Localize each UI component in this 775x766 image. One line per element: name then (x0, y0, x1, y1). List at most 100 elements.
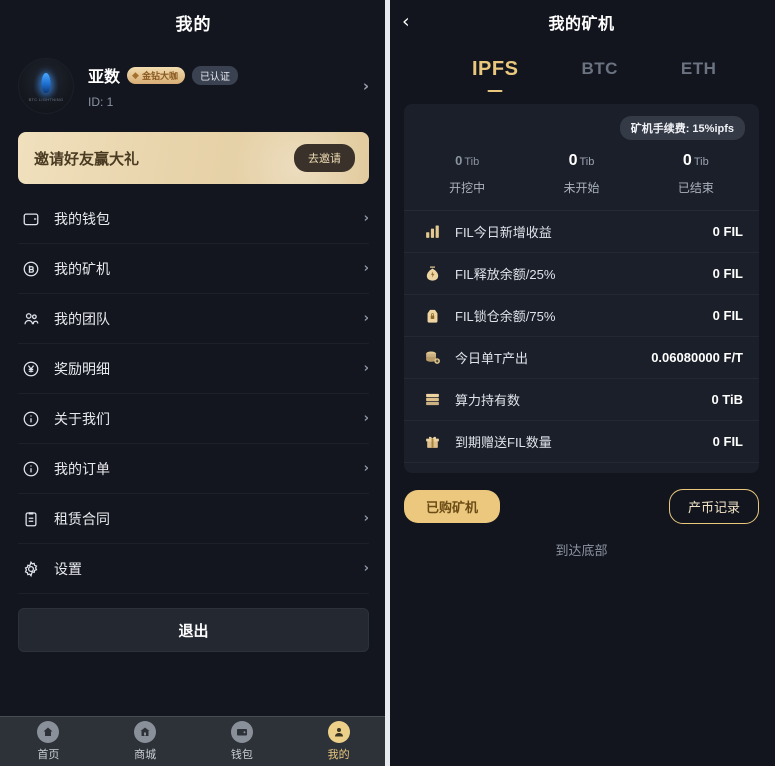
info-circle-icon (18, 410, 44, 428)
stat-value-line: 0 Tib (524, 152, 638, 170)
lock-bag-icon (420, 307, 444, 324)
detail-row: FIL锁仓余额/75% 0 FIL (404, 295, 759, 337)
stat-unit: Tib (464, 156, 480, 168)
tab-home[interactable]: 首页 (0, 721, 97, 762)
chevron-right-icon: › (363, 211, 369, 226)
name-line: 亚数 ◆ 金钻大咖 已认证 (88, 63, 363, 87)
detail-row: FIL释放余额/25% 0 FIL (404, 253, 759, 295)
menu-item-orders[interactable]: 我的订单 › (18, 444, 369, 494)
bottom-tabbar: 首页 商城 钱包 我的 (0, 716, 387, 766)
menu-item-label: 奖励明细 (54, 360, 110, 377)
detail-value: 0 FIL (712, 266, 743, 281)
avatar: BTC LIGHTNING (18, 58, 74, 114)
store-icon (134, 721, 157, 743)
menu-item-miner[interactable]: 我的矿机 › (18, 244, 369, 294)
menu-item-label: 设置 (54, 560, 82, 577)
user-id: ID: 1 (88, 95, 114, 109)
fee-row: 矿机手续费: 15%ipfs (404, 116, 759, 140)
purchased-miners-button[interactable]: 已购矿机 (404, 490, 501, 523)
detail-value: 0 TiB (711, 392, 743, 407)
miner-stats-card: 矿机手续费: 15%ipfs 0 Tib 开挖中 0 Tib 未开始 0 Tib… (404, 104, 759, 473)
stat-finished: 0 Tib 已结束 (639, 152, 753, 196)
coin-records-button[interactable]: 产币记录 (668, 489, 759, 524)
user-icon (327, 721, 350, 743)
bitcoin-circle-icon (18, 260, 44, 278)
detail-label: 到期赠送FIL数量 (455, 435, 552, 450)
bar-chart-icon (420, 223, 444, 240)
tab-store[interactable]: 商城 (97, 721, 194, 762)
stat-value: 0 (455, 153, 463, 168)
invite-banner-text: 邀请好友赢大礼 (34, 150, 140, 168)
menu-item-rewards[interactable]: 奖励明细 › (18, 344, 369, 394)
settings-menu: 我的钱包 › 我的矿机 › 我的团队 › 奖励明细 › 关于我们 › 我的订单 … (0, 194, 387, 594)
verified-badge: 已认证 (191, 65, 238, 85)
miner-page-title: 我的矿机 (548, 16, 615, 33)
gear-icon (18, 560, 44, 578)
tab-ipfs[interactable]: IPFS (472, 58, 518, 81)
tab-label: 我的 (327, 749, 350, 761)
menu-item-label: 我的钱包 (54, 210, 110, 227)
info-circle-icon (18, 460, 44, 478)
username: 亚数 (88, 69, 121, 86)
bottom-note: 到达底部 (555, 543, 608, 558)
menu-item-settings[interactable]: 设置 › (18, 544, 369, 594)
stat-label: 开挖中 (449, 181, 486, 195)
tab-label: 钱包 (230, 749, 253, 761)
menu-item-wallet[interactable]: 我的钱包 › (18, 194, 369, 244)
tab-wallet[interactable]: 钱包 (194, 721, 291, 762)
vip-badge-label: 金钻大咖 (141, 70, 178, 81)
miner-panel: ‹ 我的矿机 IPFS BTC ETH 矿机手续费: 15%ipfs 0 Tib … (385, 0, 775, 766)
detail-label: FIL今日新增收益 (455, 225, 552, 240)
stat-value: 0 (568, 152, 578, 169)
chevron-right-icon: › (363, 561, 369, 576)
wallet-icon (230, 721, 253, 743)
diamond-icon: ◆ (132, 69, 139, 80)
flame-avatar-icon (41, 73, 51, 94)
menu-item-label: 关于我们 (54, 410, 110, 427)
home-icon (37, 721, 60, 743)
stat-unit: Tib (693, 156, 709, 168)
detail-value: 0 FIL (712, 308, 743, 323)
tab-mine[interactable]: 我的 (290, 721, 387, 762)
profile-panel: 我的 BTC LIGHTNING 亚数 ◆ 金钻大咖 已认证 ID: 1 › 邀… (0, 0, 387, 766)
chevron-right-icon: › (363, 461, 369, 476)
chevron-right-icon: › (363, 411, 369, 426)
gift-icon (420, 433, 444, 450)
chevron-right-icon: › (363, 361, 369, 376)
invite-banner[interactable]: 邀请好友赢大礼 去邀请 (18, 132, 369, 184)
invite-button[interactable]: 去邀请 (294, 144, 355, 172)
page-title: 我的 (175, 14, 212, 34)
detail-row: 今日单T产出 0.06080000 F/T (404, 337, 759, 379)
menu-item-label: 租赁合同 (54, 510, 110, 527)
profile-card[interactable]: BTC LIGHTNING 亚数 ◆ 金钻大咖 已认证 ID: 1 › (0, 44, 387, 128)
detail-row: FIL今日新增收益 0 FIL (404, 211, 759, 253)
chevron-right-icon[interactable]: › (363, 77, 369, 95)
scrollbar[interactable] (385, 0, 390, 766)
card-bottom-padding (404, 463, 759, 473)
detail-row: 算力持有数 0 TiB (404, 379, 759, 421)
detail-row: 到期赠送FIL数量 0 FIL (404, 421, 759, 463)
menu-item-about[interactable]: 关于我们 › (18, 394, 369, 444)
tab-label: 商城 (134, 749, 157, 761)
logout-button[interactable]: 退出 (18, 608, 369, 652)
capacity-stats: 0 Tib 开挖中 0 Tib 未开始 0 Tib 已结束 (404, 140, 759, 211)
miner-header: ‹ 我的矿机 (388, 0, 775, 44)
tab-btc[interactable]: BTC (581, 59, 617, 79)
menu-item-label: 我的矿机 (54, 260, 110, 277)
chevron-left-icon[interactable]: ‹ (402, 12, 410, 32)
detail-value: 0 FIL (712, 224, 743, 239)
tab-eth[interactable]: ETH (681, 59, 717, 79)
coins-plus-icon (420, 349, 444, 366)
menu-item-team[interactable]: 我的团队 › (18, 294, 369, 344)
chevron-right-icon: › (363, 261, 369, 276)
fee-badge: 矿机手续费: 15%ipfs (619, 116, 745, 140)
stat-mining: 0 Tib 开挖中 (410, 152, 524, 196)
server-icon (420, 391, 444, 408)
detail-label: 今日单T产出 (455, 351, 528, 366)
coin-tabs: IPFS BTC ETH (388, 44, 775, 94)
app-root: 我的 BTC LIGHTNING 亚数 ◆ 金钻大咖 已认证 ID: 1 › 邀… (0, 0, 775, 766)
menu-item-contract[interactable]: 租赁合同 › (18, 494, 369, 544)
stat-value: 0 (682, 152, 692, 169)
users-icon (18, 310, 44, 328)
detail-label: 算力持有数 (455, 393, 521, 408)
